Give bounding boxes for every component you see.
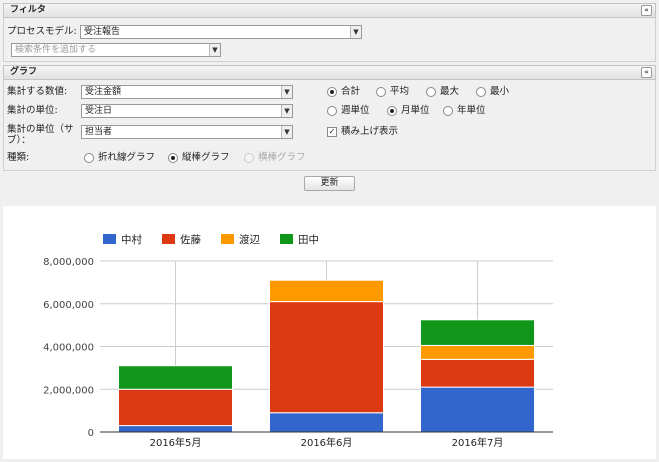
stacked-label: 積み上げ表示: [341, 126, 399, 137]
legend-label: 佐藤: [180, 233, 201, 246]
legend-label: 渡辺: [239, 233, 260, 246]
x-tick-label: 2016年6月: [301, 436, 353, 449]
filter-panel-header[interactable]: フィルタ «: [3, 3, 656, 18]
y-tick-label: 0: [88, 428, 94, 439]
chart-area: 0 2,000,000 4,000,000 6,000,000 8,000,000 201…: [3, 206, 656, 459]
bar-segment-佐藤: [269, 301, 384, 414]
chevron-down-icon: ▼: [281, 126, 292, 138]
radio-max[interactable]: [426, 87, 436, 97]
legend-label: 中村: [121, 233, 142, 246]
chevron-down-icon: ▼: [281, 86, 292, 98]
radio-bar-chart-label: 横棒グラフ: [258, 152, 306, 163]
radio-monthly-label: 月単位: [401, 105, 430, 116]
graph-panel-header[interactable]: グラフ «: [3, 65, 656, 80]
type-label: 種類:: [7, 152, 30, 163]
legend-swatch: [280, 234, 293, 244]
radio-avg-label: 平均: [390, 86, 410, 97]
radio-avg[interactable]: [376, 87, 386, 97]
x-tick-label: 2016年7月: [452, 436, 504, 449]
legend-label: 田中: [298, 233, 319, 246]
y-tick-label: 6,000,000: [43, 300, 94, 311]
bar-segment-佐藤: [420, 358, 535, 388]
x-tick-label: 2016年5月: [150, 436, 202, 449]
y-tick-label: 4,000,000: [43, 343, 94, 354]
chevron-down-icon: ▼: [350, 26, 361, 38]
radio-min[interactable]: [476, 87, 486, 97]
radio-weekly-label: 週単位: [341, 105, 370, 116]
filter-panel-title: フィルタ: [10, 5, 46, 15]
bar-segment-佐藤: [118, 388, 233, 427]
collapse-icon[interactable]: «: [641, 67, 652, 78]
filter-panel-body: プロセスモデル: 受注報告 ▼ 検索条件を追加する ▼: [3, 18, 656, 62]
y-tick-label: 2,000,000: [43, 385, 94, 396]
legend-swatch: [103, 234, 116, 244]
radio-sum[interactable]: [327, 87, 337, 97]
unit-label: 集計の単位:: [7, 105, 58, 116]
radio-weekly[interactable]: [327, 106, 337, 116]
legend-swatch: [162, 234, 175, 244]
bar-segment-中村: [269, 412, 384, 433]
process-model-label: プロセスモデル:: [7, 26, 77, 37]
unit-value: 受注日: [85, 106, 113, 116]
bar-segment-中村: [118, 425, 233, 433]
process-model-value: 受注報告: [84, 27, 121, 37]
radio-column-chart[interactable]: [168, 153, 178, 163]
chevron-down-icon: ▼: [281, 105, 292, 117]
bar-segment-田中: [118, 365, 233, 390]
sub-unit-label-line2: ブ）：: [7, 135, 31, 146]
aggregate-field-label: 集計する数値:: [7, 86, 68, 97]
radio-sum-label: 合計: [341, 86, 361, 97]
bar-segment-渡辺: [269, 279, 384, 303]
stacked-checkbox[interactable]: ✓: [327, 127, 337, 137]
aggregate-field-select[interactable]: 受注金額 ▼: [81, 85, 293, 99]
aggregate-field-value: 受注金額: [85, 87, 122, 97]
radio-line-chart-label: 折れ線グラフ: [98, 152, 156, 163]
sub-unit-value: 担当者: [85, 127, 113, 137]
legend-swatch: [221, 234, 234, 244]
graph-panel-body: 集計する数値: 受注金額 ▼ 合計 平均 最大 最小 集計の単位: 受注日 ▼ …: [3, 80, 656, 171]
collapse-icon[interactable]: «: [641, 5, 652, 16]
add-condition-placeholder: 検索条件を追加する: [15, 45, 97, 55]
radio-line-chart[interactable]: [84, 153, 94, 163]
stacked-bar-chart: 0 2,000,000 4,000,000 6,000,000 8,000,000 201…: [43, 233, 553, 449]
unit-select[interactable]: 受注日 ▼: [81, 104, 293, 118]
process-model-select[interactable]: 受注報告 ▼: [80, 25, 362, 39]
radio-column-chart-label: 縦棒グラフ: [182, 152, 230, 163]
radio-max-label: 最大: [440, 86, 460, 97]
add-condition-select[interactable]: 検索条件を追加する ▼: [11, 43, 221, 57]
radio-monthly[interactable]: [387, 106, 397, 116]
graph-panel-title: グラフ: [10, 67, 38, 77]
bar-segment-田中: [420, 319, 535, 346]
radio-min-label: 最小: [490, 86, 510, 97]
radio-yearly-label: 年単位: [457, 105, 486, 116]
radio-bar-chart[interactable]: [244, 153, 254, 163]
update-button[interactable]: 更新: [304, 176, 355, 191]
bar-segment-渡辺: [420, 344, 535, 360]
y-tick-label: 8,000,000: [43, 257, 94, 268]
radio-yearly[interactable]: [443, 106, 453, 116]
sub-unit-select[interactable]: 担当者 ▼: [81, 125, 293, 139]
chevron-down-icon: ▼: [209, 44, 220, 56]
bar-segment-中村: [420, 386, 535, 433]
